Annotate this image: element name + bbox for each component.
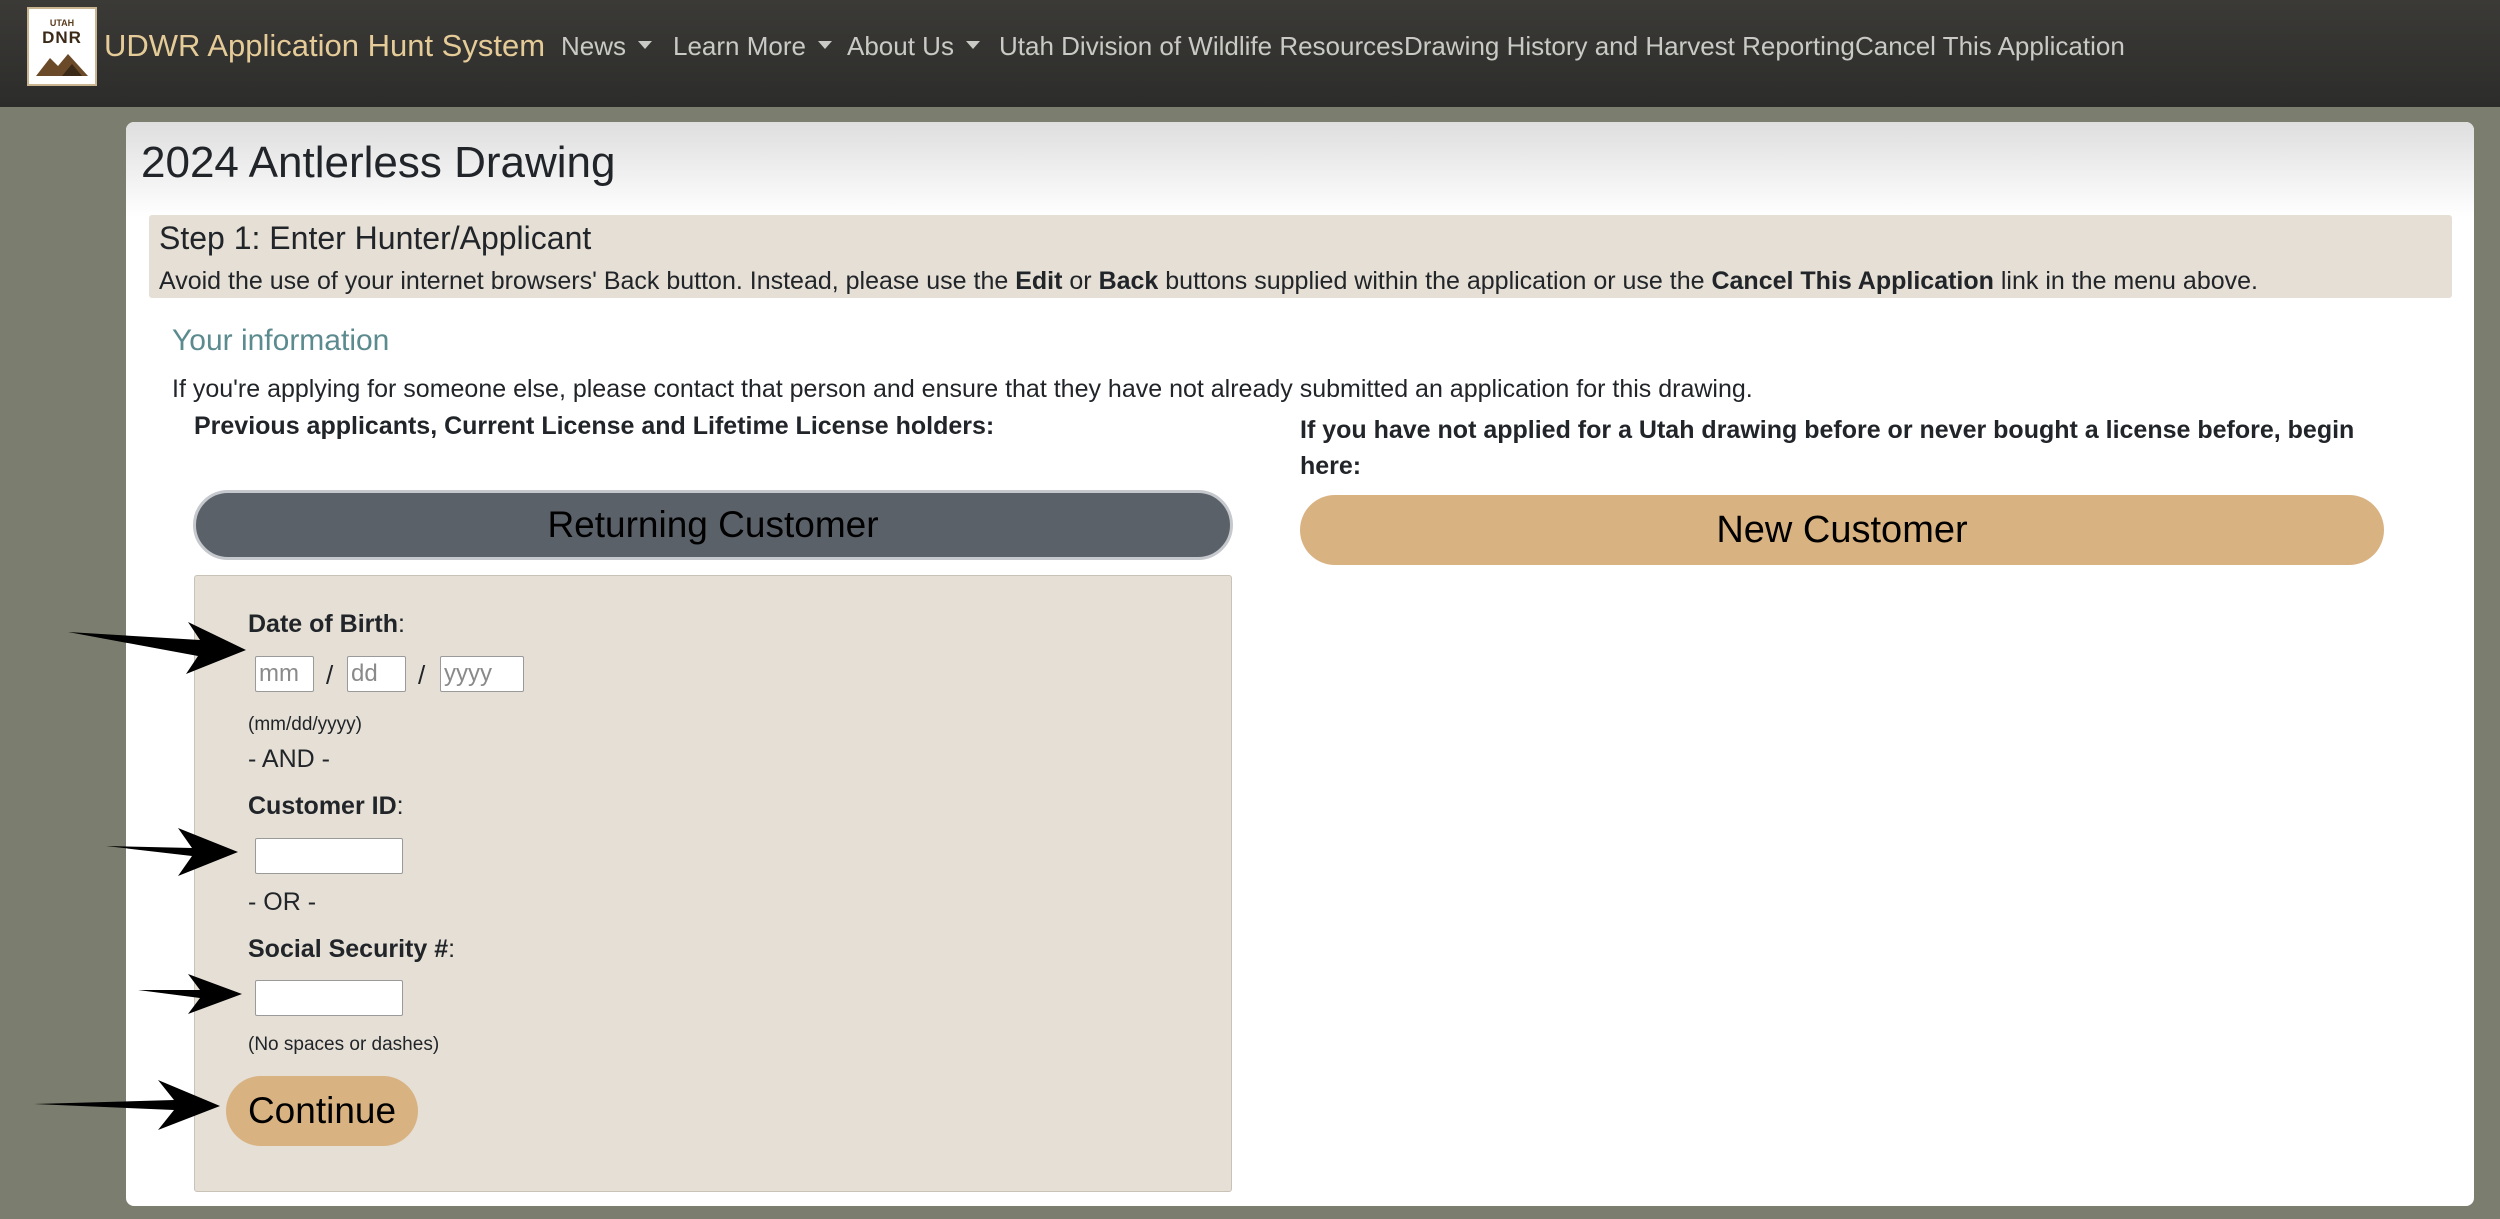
customer-id-label-text: Customer ID xyxy=(248,792,397,820)
dob-slash-1: / xyxy=(326,660,334,690)
nav-about-us-label: About Us xyxy=(847,31,954,61)
logo-sub-text: UTAH xyxy=(49,17,75,28)
app-brand[interactable]: UDWR Application Hunt System xyxy=(104,28,545,64)
step-instructions: Avoid the use of your internet browsers'… xyxy=(159,267,2258,296)
or-separator: - OR - xyxy=(248,888,317,916)
nav-news[interactable]: News xyxy=(561,31,653,62)
step-cancel-word: Cancel This Application xyxy=(1711,267,1994,295)
page-title: 2024 Antlerless Drawing xyxy=(141,138,616,187)
chevron-down-icon xyxy=(965,41,980,50)
returning-customer-button[interactable]: Returning Customer xyxy=(193,490,1233,560)
nav-drawing-history[interactable]: Drawing History and Harvest Reporting xyxy=(1404,31,1855,62)
arrow-icon-dob xyxy=(68,622,246,674)
chevron-down-icon xyxy=(817,41,832,50)
step-edit-word: Edit xyxy=(1015,267,1063,295)
step-title: Step 1: Enter Hunter/Applicant xyxy=(159,220,592,256)
section-description: If you're applying for someone else, ple… xyxy=(172,375,1753,403)
ssn-label-text: Social Security # xyxy=(248,935,449,963)
dob-slash-2: / xyxy=(418,660,426,690)
step-text-3: buttons supplied within the application … xyxy=(1158,267,1712,295)
nav-cancel-application[interactable]: Cancel This Application xyxy=(1855,31,2125,62)
step-back-word: Back xyxy=(1098,267,1159,295)
top-navbar: UTAH DNR UDWR Application Hunt System Ne… xyxy=(0,0,2500,107)
dob-label: Date of Birth: xyxy=(248,610,405,639)
dob-day-input[interactable] xyxy=(347,656,406,692)
step-text-4: link in the menu above. xyxy=(1993,267,2258,295)
step-banner: Step 1: Enter Hunter/Applicant Avoid the… xyxy=(149,215,2452,298)
customer-id-label: Customer ID: xyxy=(248,792,404,821)
new-customer-button[interactable]: New Customer xyxy=(1300,495,2384,565)
customer-id-colon: : xyxy=(396,792,404,820)
ssn-label-colon: : xyxy=(448,935,456,963)
nav-learn-more[interactable]: Learn More xyxy=(673,31,832,62)
dnr-logo[interactable]: UTAH DNR xyxy=(27,7,97,86)
step-text-2: or xyxy=(1062,267,1099,295)
and-separator: - AND - xyxy=(248,745,330,773)
step-text-1: Avoid the use of your internet browsers'… xyxy=(159,267,1016,295)
nav-learn-more-label: Learn More xyxy=(673,31,806,61)
arrow-icon-continue xyxy=(34,1080,220,1130)
dob-month-input[interactable] xyxy=(255,656,314,692)
ssn-format-hint: (No spaces or dashes) xyxy=(248,1034,440,1055)
logo-text: DNR xyxy=(42,27,82,47)
dob-label-text: Date of Birth xyxy=(248,610,398,638)
customer-id-input[interactable] xyxy=(255,838,403,874)
dob-year-input[interactable] xyxy=(440,656,524,692)
card-header: 2024 Antlerless Drawing xyxy=(126,122,2474,217)
nav-news-label: News xyxy=(561,31,627,61)
arrow-icon-ssn xyxy=(138,974,242,1014)
nav-udwr-link[interactable]: Utah Division of Wildlife Resources xyxy=(999,31,1404,62)
arrow-icon-customer-id xyxy=(106,828,238,876)
dob-format-hint: (mm/dd/yyyy) xyxy=(248,714,362,735)
nav-about-us[interactable]: About Us xyxy=(847,31,980,62)
ssn-input[interactable] xyxy=(255,980,403,1016)
chevron-down-icon xyxy=(638,41,653,50)
returning-heading: Previous applicants, Current License and… xyxy=(194,412,995,440)
section-title: Your information xyxy=(172,324,390,357)
dob-label-colon: : xyxy=(398,610,405,638)
mountain-icon xyxy=(36,53,88,76)
new-heading: If you have not applied for a Utah drawi… xyxy=(1300,416,2355,480)
ssn-label: Social Security #: xyxy=(248,935,455,964)
continue-button[interactable]: Continue xyxy=(226,1076,418,1146)
